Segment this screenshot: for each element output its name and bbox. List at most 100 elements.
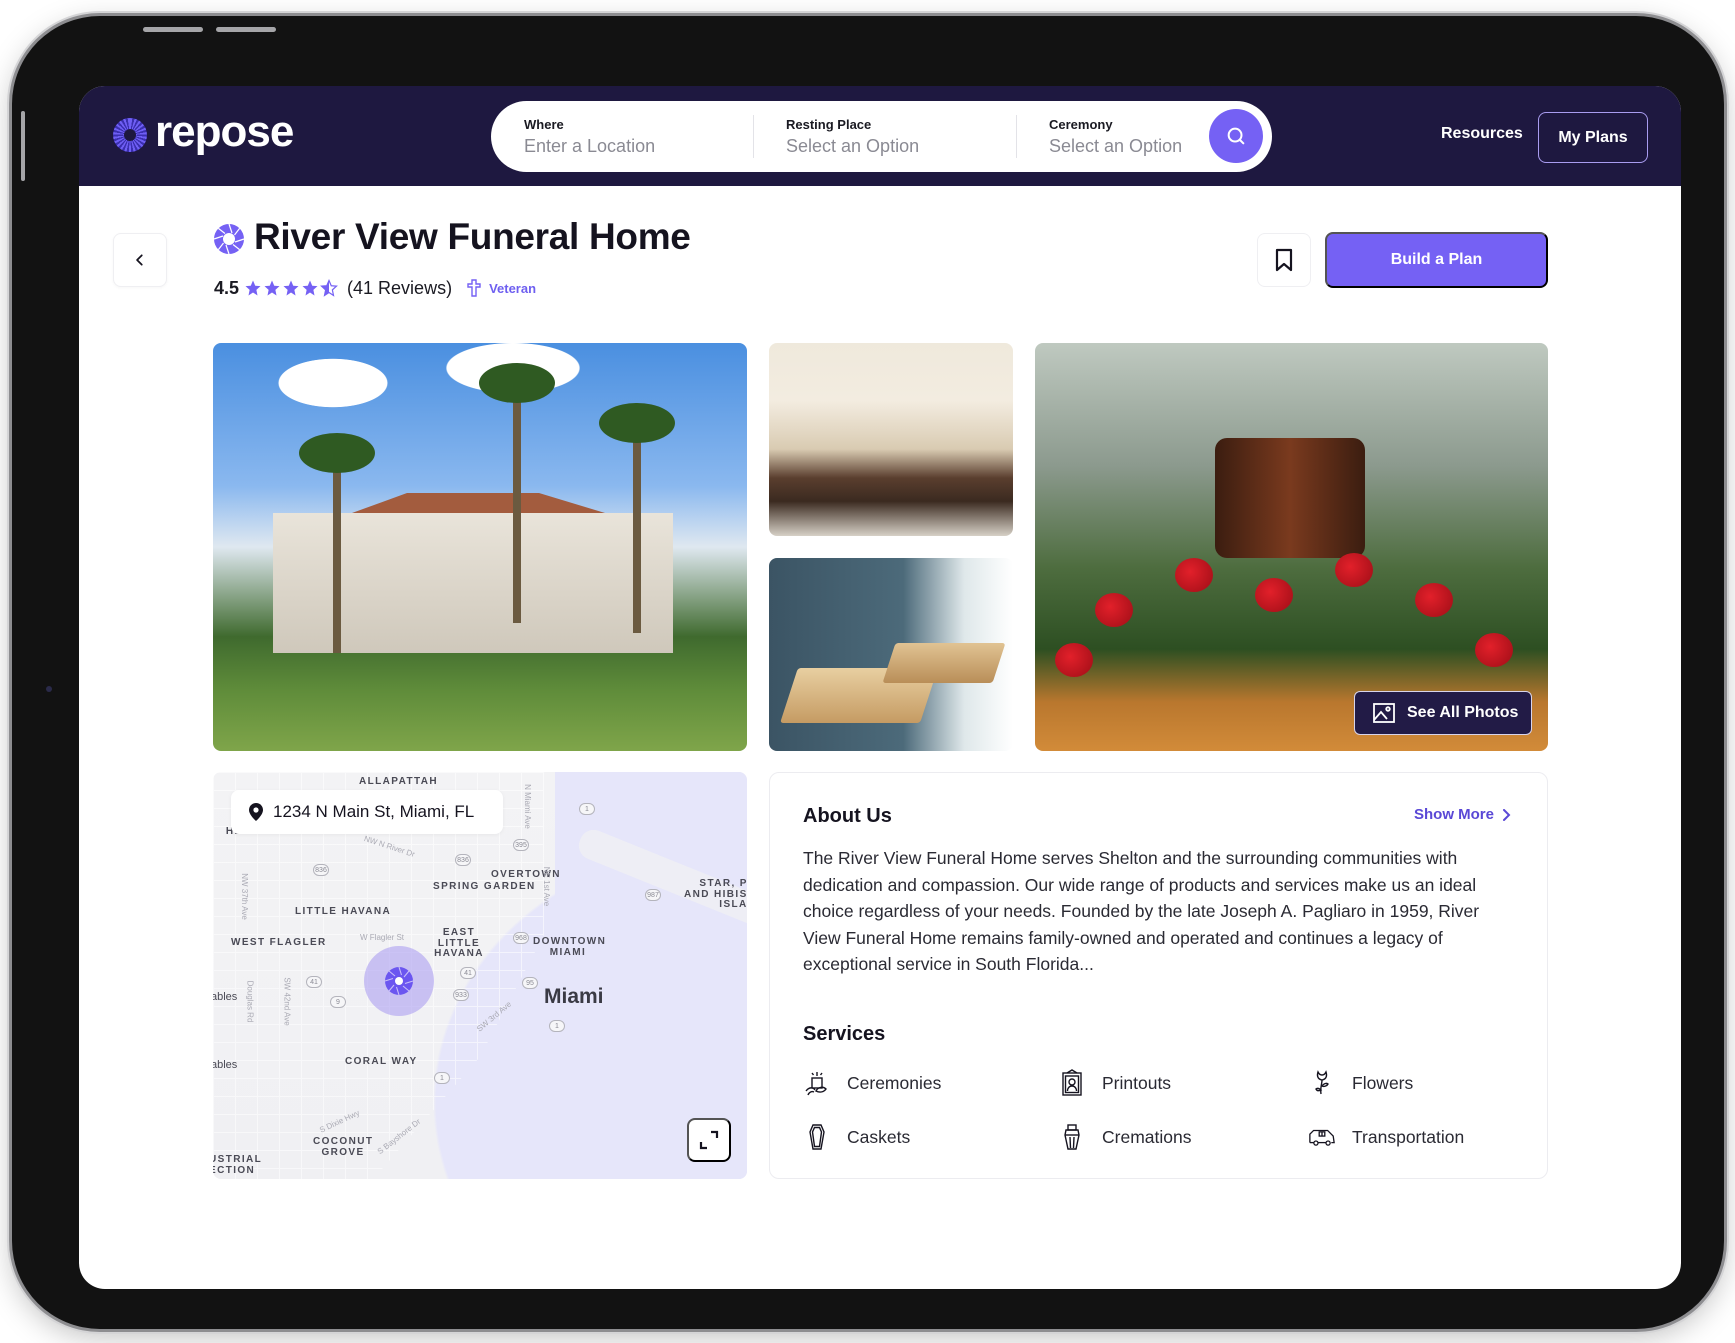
location-map[interactable]: ALLAPATTAH HEIGHTS OVERTOWN SPRING GARDE…: [213, 772, 747, 1179]
portrait-frame-icon: [1062, 1069, 1082, 1096]
image-icon: [1373, 703, 1395, 723]
chevron-left-icon: [136, 254, 143, 266]
bookmark-button[interactable]: [1257, 233, 1311, 287]
service-label: Flowers: [1352, 1072, 1414, 1093]
show-more-link[interactable]: Show More: [1414, 806, 1511, 823]
service-label: Printouts: [1102, 1072, 1172, 1093]
search-bar: Where Enter a Location Resting Place Sel…: [491, 101, 1272, 172]
service-printouts: Printouts: [1058, 1068, 1308, 1098]
map-neighborhood-label: LITTLE HAVANA: [295, 906, 392, 917]
expand-map-button[interactable]: [687, 1118, 731, 1162]
resting-place-select[interactable]: Select an Option: [786, 136, 1016, 157]
service-flowers: Flowers: [1308, 1068, 1513, 1098]
services-title: Services: [803, 1023, 886, 1045]
search-field-ceremony[interactable]: Ceremony Select an Option: [1016, 101, 1216, 172]
service-label: Transportation: [1352, 1126, 1465, 1147]
veteran-badge: Veteran: [489, 280, 537, 296]
app-screen: repose Where Enter a Location Resting Pl…: [79, 86, 1681, 1289]
location-pin-icon: [249, 803, 263, 821]
photo-casket-room[interactable]: [769, 558, 1013, 751]
rose-icon: [1315, 1070, 1329, 1095]
photo-urn-shape: [1215, 438, 1365, 558]
star-full-icon: [264, 280, 280, 296]
provider-marker-icon: [384, 966, 414, 996]
map-neighborhood-label: COCONUT GROVE: [313, 1136, 374, 1158]
ceremony-select[interactable]: Select an Option: [1049, 136, 1216, 157]
photo-palm-shape: [479, 363, 555, 623]
map-street-label: N Miami Ave: [522, 784, 532, 829]
top-navigation-bar: repose Where Enter a Location Resting Pl…: [79, 86, 1681, 186]
see-all-photos-button[interactable]: See All Photos: [1354, 691, 1532, 735]
urn-icon: [1064, 1124, 1080, 1150]
star-half-icon: [320, 279, 338, 297]
tablet-frame: repose Where Enter a Location Resting Pl…: [12, 16, 1724, 1329]
chevron-right-icon: [1503, 808, 1511, 821]
search-field-label: Resting Place: [786, 116, 872, 132]
route-shield: 41: [460, 967, 476, 979]
page-title: River View Funeral Home: [254, 216, 691, 257]
device-volume-button: [143, 27, 203, 32]
service-transportation: Transportation: [1308, 1122, 1513, 1152]
logo-mark-icon: [113, 118, 147, 152]
photo-rose-shape: [1415, 583, 1453, 617]
photo-chapel[interactable]: [769, 343, 1013, 536]
build-a-plan-button[interactable]: Build a Plan: [1325, 232, 1548, 288]
map-neighborhood-label: SPRING GARDEN: [433, 881, 536, 892]
service-caskets: Caskets: [803, 1122, 1058, 1152]
search-field-label: Ceremony: [1049, 116, 1113, 132]
about-card: About Us Show More The River View Funera…: [769, 772, 1548, 1179]
services-list: Ceremonies Printouts Flowers Caskets Cre…: [803, 1068, 1513, 1152]
my-plans-button[interactable]: My Plans: [1538, 112, 1648, 163]
service-cremations: Cremations: [1058, 1122, 1308, 1152]
show-more-label: Show More: [1413, 806, 1494, 823]
service-label: Caskets: [847, 1126, 911, 1147]
route-shield: 1: [549, 1020, 565, 1032]
map-neighborhood-label: EAST LITTLE HAVANA: [434, 927, 484, 959]
bookmark-icon: [1275, 248, 1293, 272]
photo-rose-shape: [1175, 558, 1213, 592]
map-location-marker[interactable]: [364, 946, 434, 1016]
casket-icon: [809, 1124, 825, 1150]
device-camera: [46, 686, 52, 692]
repose-logo[interactable]: repose: [113, 110, 294, 154]
location-input[interactable]: Enter a Location: [524, 136, 753, 157]
search-field-where[interactable]: Where Enter a Location: [491, 101, 753, 172]
map-neighborhood-label: STAR, PALM AND HIBISCUS ISLANDS: [683, 878, 747, 910]
star-rating: [244, 279, 338, 297]
route-shield: 968: [513, 932, 529, 944]
map-neighborhood-label: WEST FLAGLER: [231, 937, 327, 948]
route-shield: 1: [579, 803, 595, 815]
map-area-label: ables: [213, 1059, 238, 1071]
service-label: Ceremonies: [847, 1072, 942, 1093]
map-street-label: NW 37th Ave: [239, 873, 249, 920]
route-shield: 836: [313, 864, 329, 876]
route-shield: 95: [522, 977, 538, 989]
map-neighborhood-label: USTRIAL ECTION: [213, 1154, 262, 1176]
map-city-label: Miami: [544, 985, 604, 1008]
nav-resources-link[interactable]: Resources: [1441, 125, 1523, 143]
map-area-label: ables: [213, 991, 238, 1003]
search-field-resting-place[interactable]: Resting Place Select an Option: [753, 101, 1016, 172]
route-shield: 395: [513, 839, 529, 851]
map-street-label: NE 1st Ave: [542, 866, 552, 907]
photo-exterior[interactable]: [213, 343, 747, 751]
map-street-label: SW 42nd Ave: [282, 977, 292, 1026]
photo-casket-shape: [882, 643, 1006, 683]
photo-urn-flowers[interactable]: [1035, 343, 1548, 751]
route-shield: 836: [455, 854, 471, 866]
provider-badge-icon: [213, 223, 245, 255]
route-shield: 933: [453, 989, 469, 1001]
map-neighborhood-label: ALLAPATTAH: [359, 776, 438, 787]
van-icon: [1309, 1129, 1335, 1146]
rating-row: 4.5 (41 Reviews) Veteran: [214, 276, 536, 300]
address-chip: 1234 N Main St, Miami, FL: [231, 790, 503, 834]
candle-icon: [805, 1072, 827, 1096]
search-button[interactable]: [1209, 109, 1263, 163]
search-icon: [1227, 127, 1245, 145]
photo-rose-shape: [1255, 578, 1293, 612]
back-button[interactable]: [113, 233, 167, 287]
about-description: The River View Funeral Home serves Shelt…: [803, 848, 1480, 975]
route-shield: 1: [434, 1072, 450, 1084]
see-all-photos-label: See All Photos: [1407, 704, 1519, 721]
reviews-link[interactable]: (41 Reviews): [347, 278, 452, 299]
